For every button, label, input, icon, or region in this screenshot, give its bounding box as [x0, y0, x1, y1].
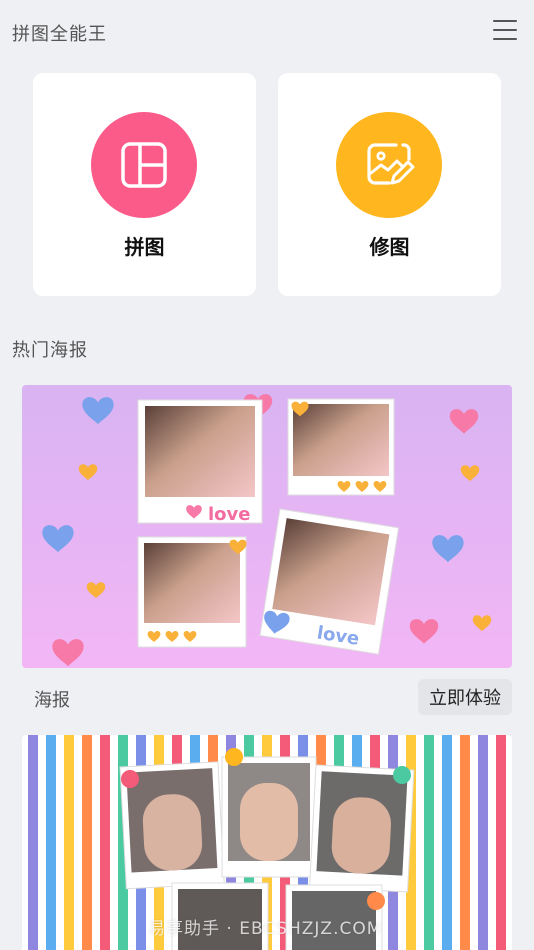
poster-caption: 海报: [34, 690, 70, 711]
watermark-text: 易享助手 · EBCSHZJZ.COM: [148, 919, 383, 939]
collage-card[interactable]: 拼图: [33, 73, 256, 296]
svg-text:love: love: [208, 504, 250, 525]
app-header: 拼图全能王: [0, 0, 534, 64]
hamburger-menu-icon[interactable]: [490, 18, 520, 44]
photo-edit-icon: [336, 112, 442, 218]
collage-layout-icon: [91, 112, 197, 218]
try-now-button[interactable]: 立即体验: [418, 679, 512, 715]
collage-label: 拼图: [124, 235, 165, 259]
app-title: 拼图全能王: [12, 24, 107, 45]
section-title: 热门海报: [12, 340, 88, 361]
poster-preview-image[interactable]: love love: [22, 385, 512, 668]
photo-edit-label: 修图: [369, 235, 410, 259]
photo-edit-card[interactable]: 修图: [278, 73, 501, 296]
